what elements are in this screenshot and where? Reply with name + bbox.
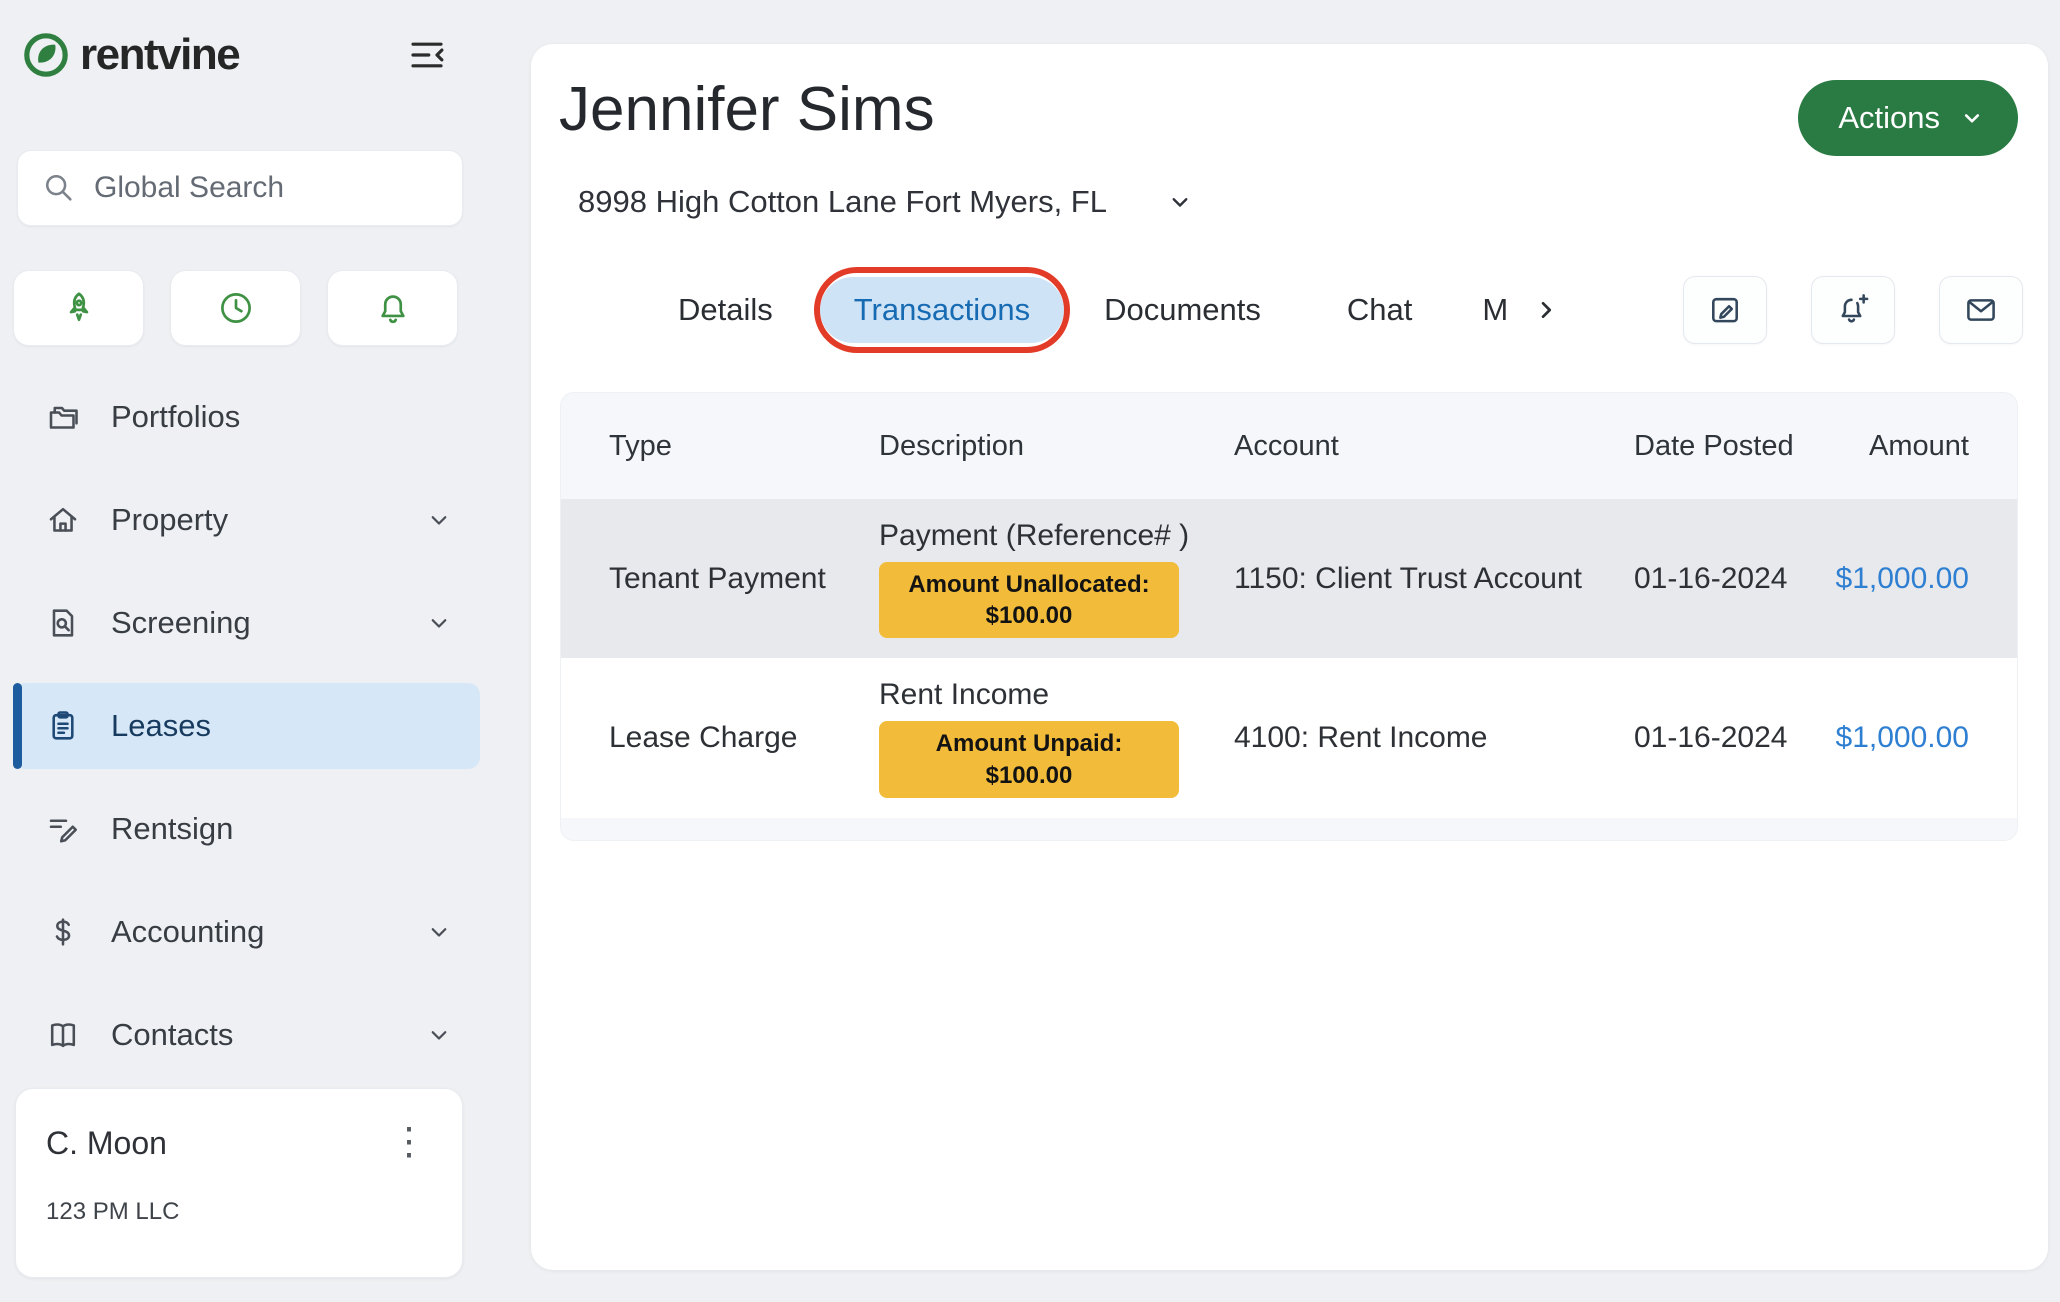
sidebar-item-rentsign[interactable]: Rentsign (13, 786, 480, 872)
badge-label: Amount Unallocated: (891, 569, 1167, 600)
sidebar-item-label: Accounting (111, 914, 264, 950)
page-title: Jennifer Sims (559, 74, 935, 145)
chevron-down-icon (1958, 104, 1986, 132)
cell-description: Payment (Reference# ) (879, 519, 1189, 553)
envelope-icon (1963, 292, 1999, 328)
dollar-icon (45, 914, 85, 950)
signature-icon (45, 811, 85, 847)
recent-history-button[interactable] (170, 270, 301, 346)
cell-description: Rent Income (879, 678, 1049, 712)
cell-date-posted: 01-16-2024 (1634, 562, 1824, 596)
table-row[interactable]: Tenant Payment Payment (Reference# ) Amo… (561, 499, 2017, 658)
sidebar-item-contacts[interactable]: Contacts (13, 992, 480, 1078)
sidebar-item-label: Rentsign (111, 811, 233, 847)
chevron-down-icon (424, 505, 454, 535)
cell-amount-link[interactable]: $1,000.00 (1824, 721, 1969, 755)
chevron-down-icon (1165, 187, 1195, 217)
tab-truncated[interactable]: M (1482, 292, 1508, 328)
cell-type: Lease Charge (609, 721, 879, 755)
quick-actions (13, 270, 480, 346)
amount-unpaid-badge: Amount Unpaid: $100.00 (879, 721, 1179, 797)
bell-icon (374, 289, 412, 327)
column-header-account: Account (1234, 430, 1634, 463)
cell-type: Tenant Payment (609, 562, 879, 596)
tab-transactions-wrap: Transactions (820, 277, 1064, 343)
table-header-row: Type Description Account Date Posted Amo… (561, 393, 2017, 499)
notifications-button[interactable] (327, 270, 458, 346)
search-input[interactable] (94, 171, 438, 205)
badge-label: Amount Unpaid: (891, 728, 1167, 759)
cell-date-posted: 01-16-2024 (1634, 721, 1824, 755)
badge-value: $100.00 (891, 600, 1167, 631)
sidebar: rentvine (0, 0, 500, 1302)
tab-documents[interactable]: Documents (1104, 292, 1261, 328)
sidebar-nav: Portfolios Property Screening Leas (0, 374, 500, 1078)
collapse-sidebar-icon[interactable] (406, 34, 448, 76)
user-card: C. Moon ⋮ 123 PM LLC (15, 1088, 463, 1278)
actions-button[interactable]: Actions (1798, 80, 2018, 156)
clipboard-icon (45, 708, 85, 744)
email-button[interactable] (1939, 276, 2023, 344)
kebab-menu-icon[interactable]: ⋮ (382, 1125, 436, 1159)
sidebar-item-label: Contacts (111, 1017, 233, 1053)
sidebar-item-accounting[interactable]: Accounting (13, 889, 480, 975)
house-icon (45, 502, 85, 538)
sidebar-item-portfolios[interactable]: Portfolios (13, 374, 480, 460)
cell-amount-link[interactable]: $1,000.00 (1824, 562, 1969, 596)
tabs: Details Transactions Documents Chat M (531, 270, 2048, 350)
chevron-down-icon (424, 608, 454, 638)
chevron-down-icon (424, 1020, 454, 1050)
cell-account: 1150: Client Trust Account (1234, 562, 1634, 596)
column-header-date-posted: Date Posted (1634, 430, 1824, 463)
property-address: 8998 High Cotton Lane Fort Myers, FL (578, 184, 1107, 220)
main-content: Jennifer Sims Actions 8998 High Cotton L… (531, 44, 2048, 1270)
bell-plus-icon (1835, 292, 1871, 328)
chevron-down-icon (424, 917, 454, 947)
sidebar-item-label: Property (111, 502, 228, 538)
book-icon (45, 1017, 85, 1053)
tab-details[interactable]: Details (678, 292, 773, 328)
global-search[interactable] (17, 150, 463, 226)
folder-icon (45, 399, 85, 435)
cell-account: 4100: Rent Income (1234, 721, 1634, 755)
user-name: C. Moon (46, 1125, 167, 1162)
sidebar-item-leases[interactable]: Leases (13, 683, 480, 769)
tabs-scroll-right-icon[interactable] (1530, 294, 1562, 326)
document-search-icon (45, 605, 85, 641)
column-header-type: Type (609, 430, 879, 463)
sidebar-header: rentvine (0, 0, 500, 80)
compose-note-button[interactable] (1683, 276, 1767, 344)
column-header-description: Description (879, 430, 1234, 463)
rentvine-leaf-icon (22, 31, 70, 79)
user-company: 123 PM LLC (46, 1198, 436, 1226)
rocket-icon (60, 289, 98, 327)
column-header-amount: Amount (1824, 430, 1969, 463)
brand-name: rentvine (80, 30, 239, 80)
edit-note-icon (1707, 292, 1743, 328)
add-reminder-button[interactable] (1811, 276, 1895, 344)
tab-chat[interactable]: Chat (1347, 292, 1412, 328)
badge-value: $100.00 (891, 760, 1167, 791)
sidebar-item-label: Screening (111, 605, 251, 641)
sidebar-item-property[interactable]: Property (13, 477, 480, 563)
amount-unallocated-badge: Amount Unallocated: $100.00 (879, 562, 1179, 638)
leasing-rocket-button[interactable] (13, 270, 144, 346)
actions-button-label: Actions (1838, 100, 1940, 136)
property-address-selector[interactable]: 8998 High Cotton Lane Fort Myers, FL (578, 184, 1195, 220)
tab-transactions[interactable]: Transactions (820, 277, 1064, 343)
transactions-table: Type Description Account Date Posted Amo… (560, 392, 2018, 841)
rentvine-logo: rentvine (22, 30, 239, 80)
sidebar-item-label: Leases (111, 708, 211, 744)
search-icon (42, 171, 76, 205)
table-row[interactable]: Lease Charge Rent Income Amount Unpaid: … (561, 658, 2017, 817)
clock-icon (217, 289, 255, 327)
header-tools (1683, 276, 2023, 344)
sidebar-item-label: Portfolios (111, 399, 240, 435)
sidebar-item-screening[interactable]: Screening (13, 580, 480, 666)
